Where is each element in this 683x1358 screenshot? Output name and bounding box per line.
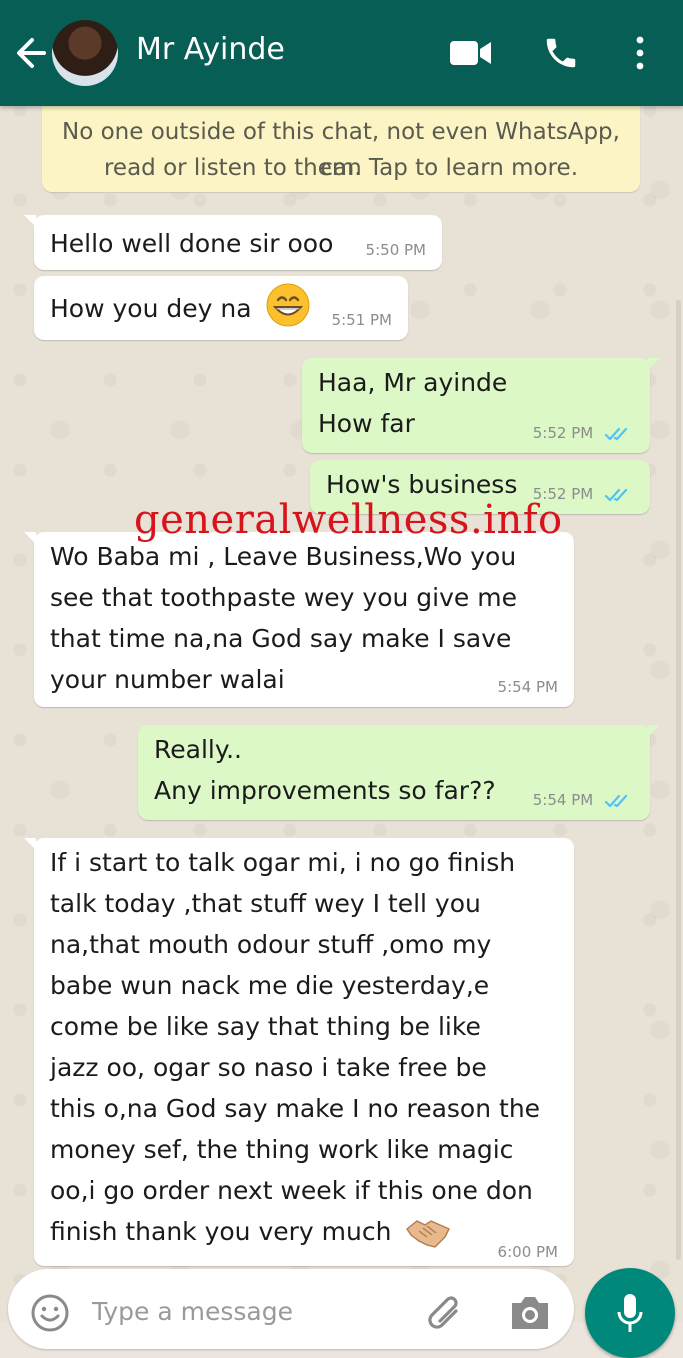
double-check-read-icon: [604, 794, 628, 807]
contact-avatar[interactable]: [52, 20, 118, 86]
message-text: Haa, Mr ayinde: [318, 368, 508, 397]
emoji-icon[interactable]: [30, 1293, 70, 1333]
message-time: 5:54 PM: [532, 791, 594, 809]
incoming-message[interactable]: How you dey na 5:51 PM: [34, 276, 408, 340]
message-text: see that toothpaste wey you give me: [50, 583, 517, 612]
message-text: na,that mouth odour stuff ,omo my: [50, 930, 492, 959]
message-time: 5:54 PM: [497, 678, 558, 696]
message-input-bar[interactable]: Type a message: [8, 1269, 574, 1349]
message-text: finish thank you very much: [50, 1217, 392, 1246]
notice-line-2: read or listen to them. Tap to learn mor…: [103, 155, 579, 181]
double-check-read-icon: [604, 488, 628, 501]
message-text: talk today ,that stuff wey I tell you: [50, 889, 481, 918]
message-text: jazz oo, ogar so naso i take free be: [50, 1053, 487, 1082]
grinning-face-icon: [266, 283, 310, 327]
incoming-message[interactable]: Hello well done sir ooo 5:50 PM: [24, 215, 442, 270]
more-vert-icon[interactable]: [634, 36, 646, 70]
handshake-icon: [406, 1220, 451, 1248]
incoming-message[interactable]: If i start to talk ogar mi, i no go fini…: [24, 838, 574, 1266]
encryption-notice[interactable]: No one outside of this chat, not even Wh…: [42, 106, 640, 192]
watermark-text: generalwellness.info: [134, 497, 563, 543]
microphone-icon: [617, 1294, 643, 1332]
message-text: your number walai: [50, 665, 285, 694]
message-text: Really..: [154, 735, 242, 764]
video-call-icon[interactable]: [450, 38, 492, 68]
outgoing-message[interactable]: Haa, Mr ayinde How far 5:52 PM: [302, 358, 660, 453]
message-text: money sef, the thing work like magic: [50, 1135, 514, 1164]
message-text: babe wun nack me die yesterday,e: [50, 971, 490, 1000]
message-meta: 5:54 PM: [533, 790, 634, 810]
message-time: 5:51 PM: [331, 311, 392, 329]
camera-icon[interactable]: [508, 1293, 552, 1331]
message-meta: 5:52 PM: [533, 423, 634, 443]
message-time: 6:00 PM: [497, 1243, 558, 1261]
voice-record-button[interactable]: [585, 1268, 675, 1358]
incoming-message[interactable]: Wo Baba mi , Leave Business,Wo you see t…: [24, 532, 574, 707]
message-time: 5:52 PM: [532, 424, 594, 442]
phone-icon[interactable]: [542, 34, 580, 72]
message-text: How you dey na: [50, 294, 252, 323]
outgoing-message[interactable]: Really.. Any improvements so far?? 5:54 …: [138, 725, 660, 820]
chat-header: Mr Ayinde: [0, 0, 683, 106]
message-time: 5:50 PM: [365, 241, 426, 259]
message-text: this o,na God say make I no reason the: [50, 1094, 541, 1123]
message-text: If i start to talk ogar mi, i no go fini…: [50, 848, 516, 877]
contact-name[interactable]: Mr Ayinde: [136, 32, 285, 67]
scrollbar[interactable]: [676, 300, 681, 1260]
message-text: oo,i go order next week if this one don: [50, 1176, 533, 1205]
back-arrow-icon[interactable]: [14, 33, 48, 73]
double-check-read-icon: [604, 427, 628, 440]
attach-icon[interactable]: [426, 1291, 466, 1335]
message-text: come be like say that thing be like: [50, 1012, 481, 1041]
message-text: that time na,na God say make I save: [50, 624, 512, 653]
